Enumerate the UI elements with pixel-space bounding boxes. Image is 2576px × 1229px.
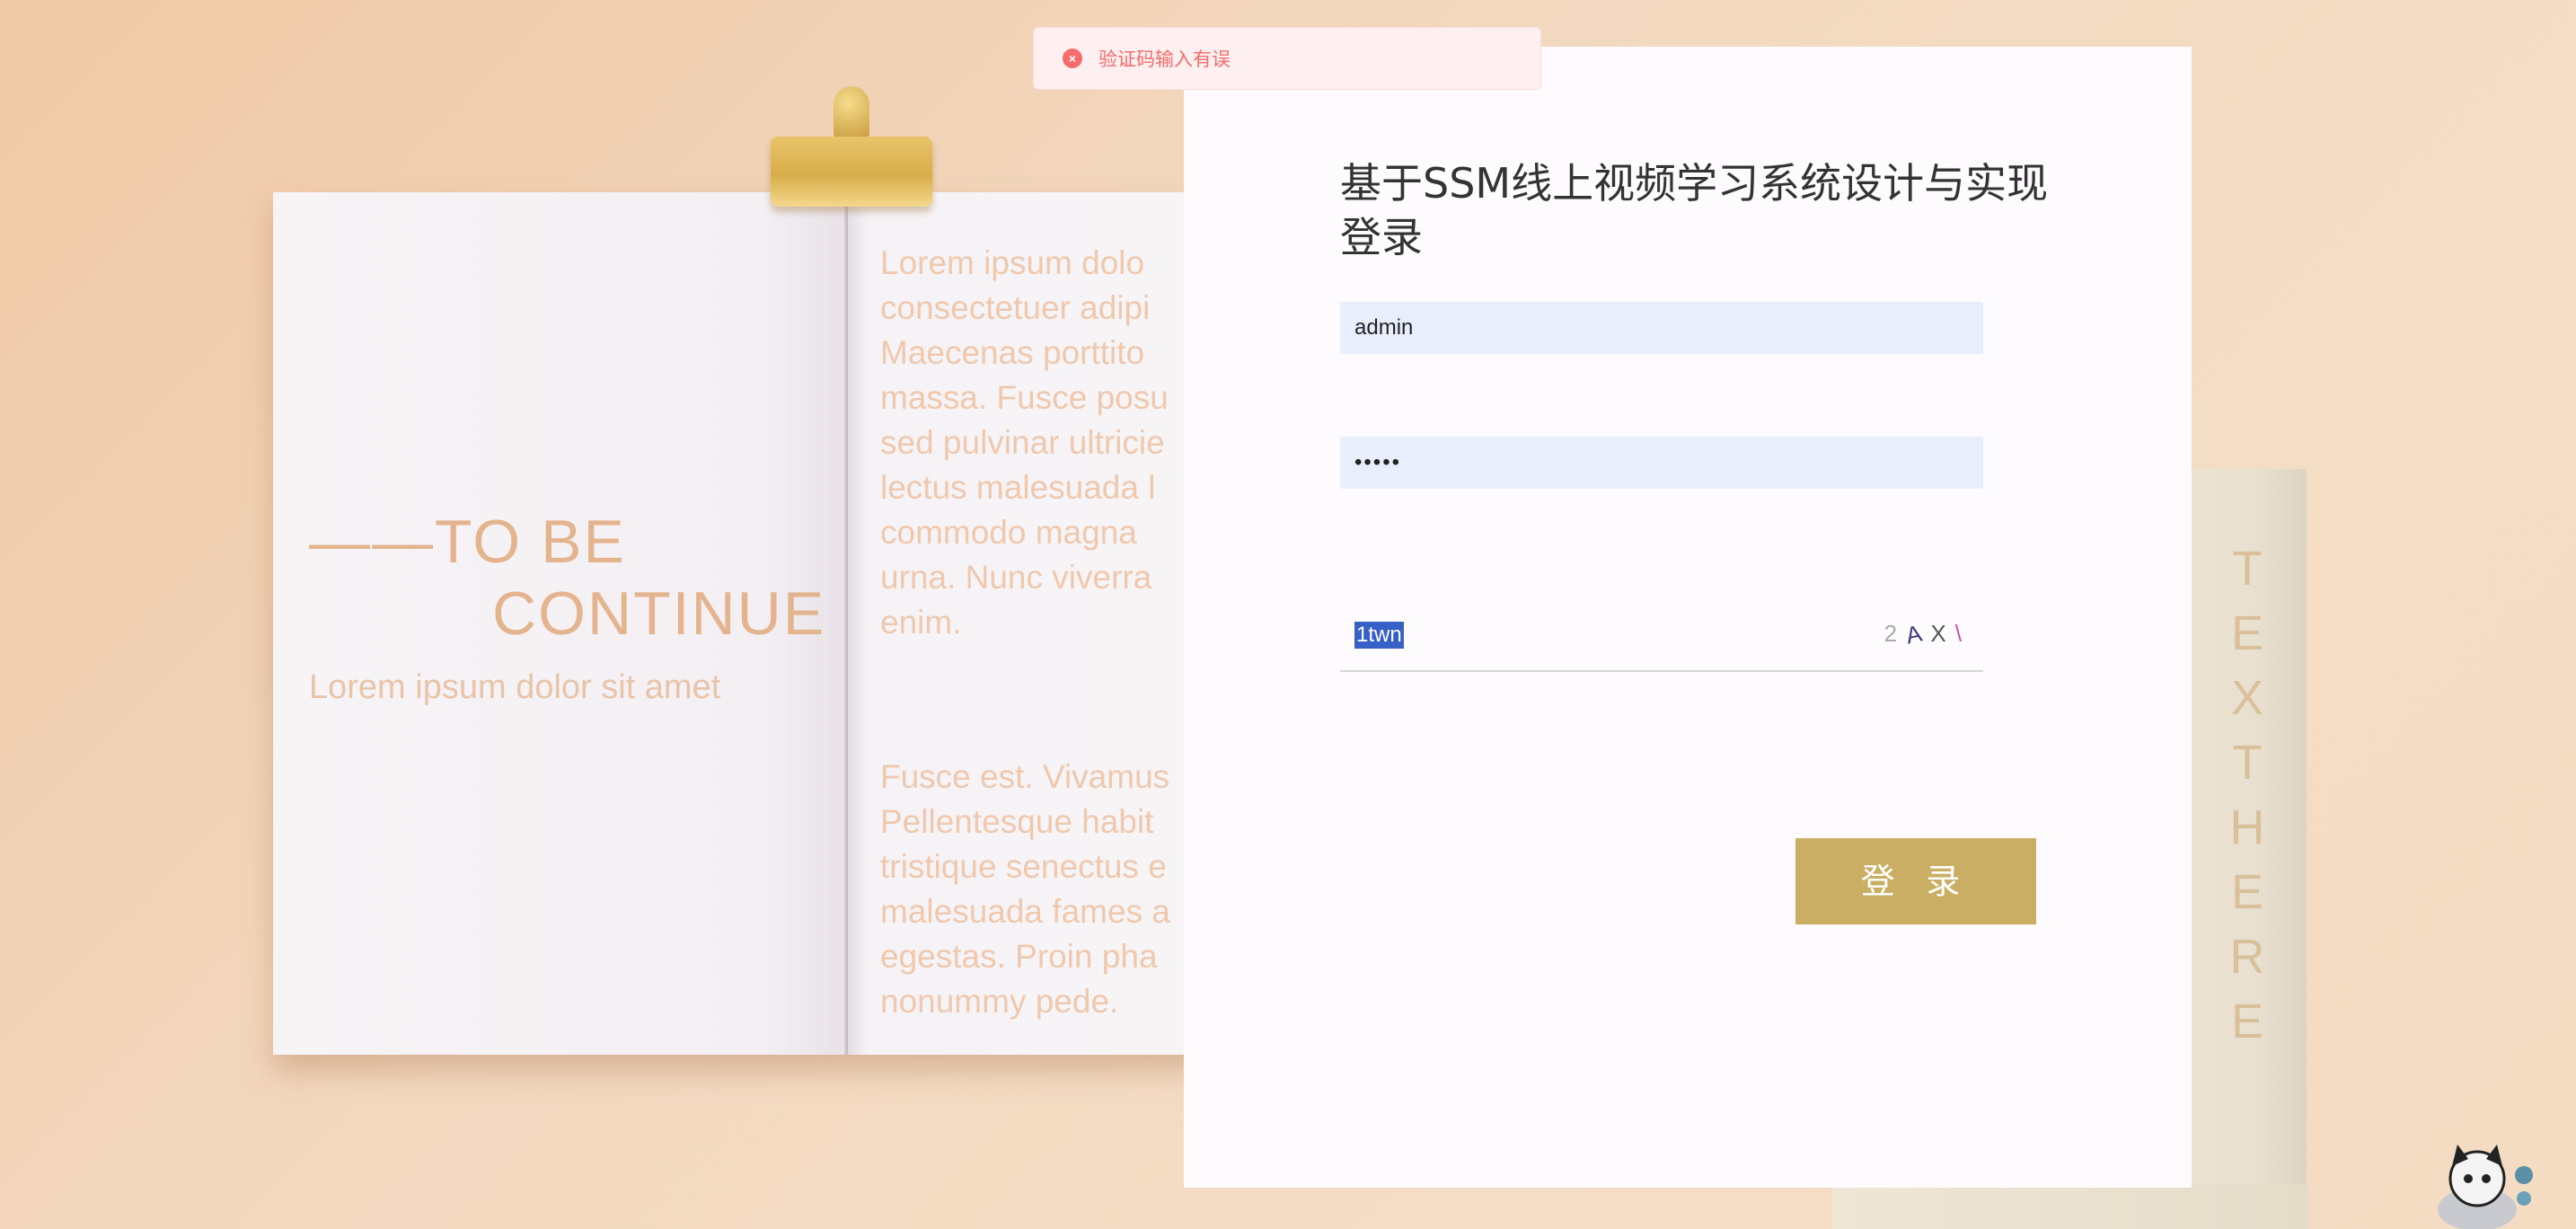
captcha-input-value[interactable]: 1twn: [1354, 622, 1404, 649]
captcha-image[interactable]: 2AX\: [1884, 617, 1971, 650]
captcha-char: A: [1903, 617, 1934, 650]
error-circle-icon: ×: [1063, 49, 1082, 68]
bookmark-letter: E: [2230, 606, 2264, 660]
login-panel: 基于SSM线上视频学习系统设计与实现登录 admin ••••• 1twn 2A…: [1184, 47, 2192, 1188]
error-toast: × 验证码输入有误: [1033, 27, 1541, 90]
bookmark-letter: X: [2230, 671, 2264, 725]
password-field[interactable]: •••••: [1340, 437, 1983, 489]
bookmark-letter: H: [2229, 800, 2265, 854]
bookmark-letter: E: [2230, 865, 2264, 919]
lorem-paragraph-1: Lorem ipsum dolo consectetuer adipi Maec…: [880, 244, 1169, 641]
mascot-cat-icon: [2438, 1145, 2533, 1229]
decor-book: ——TO BE CONTINUE Lorem ipsum dolor sit a…: [273, 192, 1207, 1055]
login-button[interactable]: 登 录: [1795, 838, 2036, 924]
bookmark-letter: E: [2230, 995, 2264, 1048]
decor-bookmark: T E X T H E R E: [2188, 469, 2307, 1229]
bookmark-letter: R: [2229, 930, 2265, 984]
decor-subtitle: Lorem ipsum dolor sit amet: [309, 668, 721, 706]
page-title: 基于SSM线上视频学习系统设计与实现登录: [1340, 159, 2049, 261]
captcha-field[interactable]: 1twn 2AX\: [1340, 595, 1983, 672]
lorem-paragraph-2: Fusce est. Vivamus Pellentesque habit tr…: [880, 758, 1170, 1020]
captcha-char: X: [1930, 620, 1955, 647]
continue-text: CONTINUE: [492, 579, 826, 648]
decor-bottom-slabs: [1832, 1184, 2308, 1229]
username-field[interactable]: admin: [1340, 302, 1983, 354]
bookmark-letter: T: [2232, 542, 2263, 596]
captcha-char: \: [1954, 620, 1971, 647]
toast-message: 验证码输入有误: [1098, 49, 1231, 70]
bookmark-letter: T: [2232, 736, 2263, 790]
binder-clip-icon: [771, 86, 932, 212]
book-right-page: Lorem ipsum dolo consectetuer adipi Maec…: [848, 192, 1207, 1055]
to-be-text: ——TO BE: [309, 508, 626, 576]
book-left-page: ——TO BE CONTINUE Lorem ipsum dolor sit a…: [273, 192, 848, 1055]
